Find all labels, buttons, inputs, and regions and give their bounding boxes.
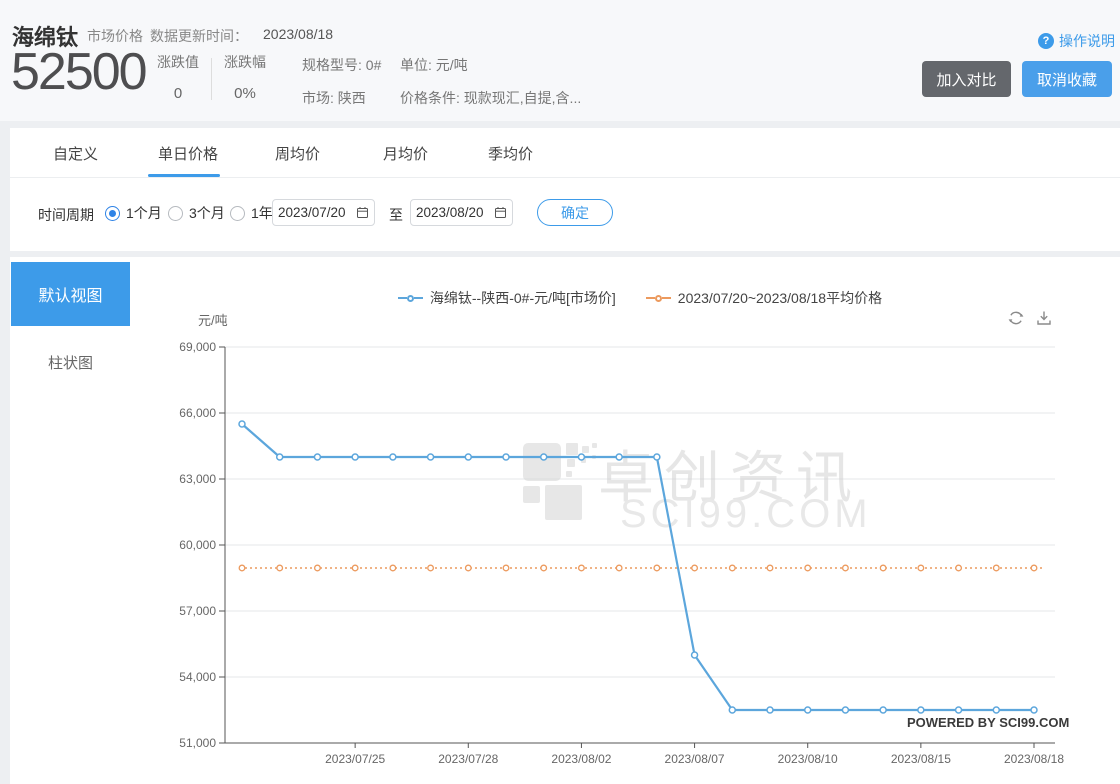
radio-icon bbox=[168, 205, 183, 221]
svg-text:SCI99.COM: SCI99.COM bbox=[620, 492, 872, 536]
svg-text:2023/07/28: 2023/07/28 bbox=[438, 752, 498, 766]
change-pct-label: 涨跌幅 bbox=[224, 54, 266, 70]
to-label: 至 bbox=[389, 207, 403, 223]
start-date-input[interactable] bbox=[272, 199, 375, 226]
radio-1-month-label: 1个月 bbox=[126, 205, 162, 221]
svg-text:54,000: 54,000 bbox=[179, 670, 216, 684]
radio-3-month-label: 3个月 bbox=[189, 205, 225, 221]
svg-text:66,000: 66,000 bbox=[179, 406, 216, 420]
help-label: 操作说明 bbox=[1059, 33, 1115, 49]
help-link[interactable]: ? 操作说明 bbox=[1038, 31, 1115, 51]
update-time-label: 数据更新时间： bbox=[150, 28, 248, 44]
change-value: 0 bbox=[173, 85, 183, 102]
start-date-value[interactable] bbox=[278, 205, 350, 220]
add-compare-button[interactable]: 加入对比 bbox=[922, 61, 1011, 97]
active-tab-underline bbox=[148, 174, 220, 177]
condition-label: 价格条件: 现款现汇,自提,含... bbox=[400, 90, 582, 106]
period-label: 时间周期 bbox=[38, 207, 94, 223]
svg-text:69,000: 69,000 bbox=[179, 340, 216, 354]
radio-1-month[interactable]: 1个月 bbox=[105, 203, 162, 223]
svg-text:2023/08/10: 2023/08/10 bbox=[778, 752, 838, 766]
tab-daily-price[interactable]: 单日价格 bbox=[158, 143, 218, 164]
change-pct-column: 涨跌幅 0% bbox=[210, 52, 280, 102]
radio-1-year[interactable]: 1年 bbox=[230, 203, 273, 223]
radio-3-month[interactable]: 3个月 bbox=[168, 203, 225, 223]
radio-icon bbox=[105, 205, 120, 221]
svg-text:57,000: 57,000 bbox=[179, 604, 216, 618]
radio-1-year-label: 1年 bbox=[251, 205, 273, 221]
header: 海绵钛 市场价格 数据更新时间： 2023/08/18 52500 涨跌值 0 … bbox=[0, 0, 1120, 121]
tab-weekly-avg[interactable]: 周均价 bbox=[275, 143, 320, 164]
change-value-label: 涨跌值 bbox=[157, 54, 199, 70]
tab-quarterly-avg[interactable]: 季均价 bbox=[488, 143, 533, 164]
svg-text:2023/08/18: 2023/08/18 bbox=[1004, 752, 1064, 766]
question-icon: ? bbox=[1038, 33, 1054, 49]
svg-text:60,000: 60,000 bbox=[179, 538, 216, 552]
period-row: 时间周期 1个月 3个月 1年 至 bbox=[10, 178, 1120, 250]
confirm-button[interactable]: 确定 bbox=[537, 199, 613, 226]
svg-text:51,000: 51,000 bbox=[179, 736, 216, 750]
tab-monthly-avg[interactable]: 月均价 bbox=[383, 143, 428, 164]
radio-icon bbox=[230, 205, 245, 221]
market-label: 市场: 陕西 bbox=[302, 90, 366, 106]
unfavorite-button[interactable]: 取消收藏 bbox=[1022, 61, 1112, 97]
end-date-value[interactable] bbox=[416, 205, 488, 220]
unit-condition-column: 单位: 元/吨 价格条件: 现款现汇,自提,含... bbox=[400, 55, 581, 108]
tabs-bar: 自定义 单日价格 周均价 月均价 季均价 bbox=[10, 128, 1120, 178]
tab-custom[interactable]: 自定义 bbox=[53, 143, 98, 164]
spec-market-column: 规格型号: 0# 市场: 陕西 bbox=[302, 55, 381, 108]
change-pct: 0% bbox=[234, 85, 256, 102]
svg-text:2023/08/02: 2023/08/02 bbox=[551, 752, 611, 766]
unit-label: 单位: 元/吨 bbox=[400, 57, 468, 73]
update-time-value: 2023/08/18 bbox=[263, 26, 334, 42]
control-panel: 自定义 单日价格 周均价 月均价 季均价 时间周期 1个月 3个月 1年 202… bbox=[10, 128, 1120, 251]
calendar-icon bbox=[495, 207, 506, 218]
spec-label: 规格型号: 0# bbox=[302, 57, 382, 73]
svg-text:2023/08/15: 2023/08/15 bbox=[891, 752, 951, 766]
svg-text:2023/08/07: 2023/08/07 bbox=[665, 752, 725, 766]
svg-text:2023/07/25: 2023/07/25 bbox=[325, 752, 385, 766]
change-value-column: 涨跌值 0 bbox=[143, 52, 213, 102]
calendar-icon bbox=[357, 207, 368, 218]
price-line-chart: 69,000 66,000 63,000 60,000 57,000 54,000 51,0… bbox=[179, 340, 1064, 766]
svg-text:63,000: 63,000 bbox=[179, 472, 216, 486]
current-price: 52500 bbox=[11, 43, 148, 101]
end-date-input[interactable] bbox=[410, 199, 513, 226]
